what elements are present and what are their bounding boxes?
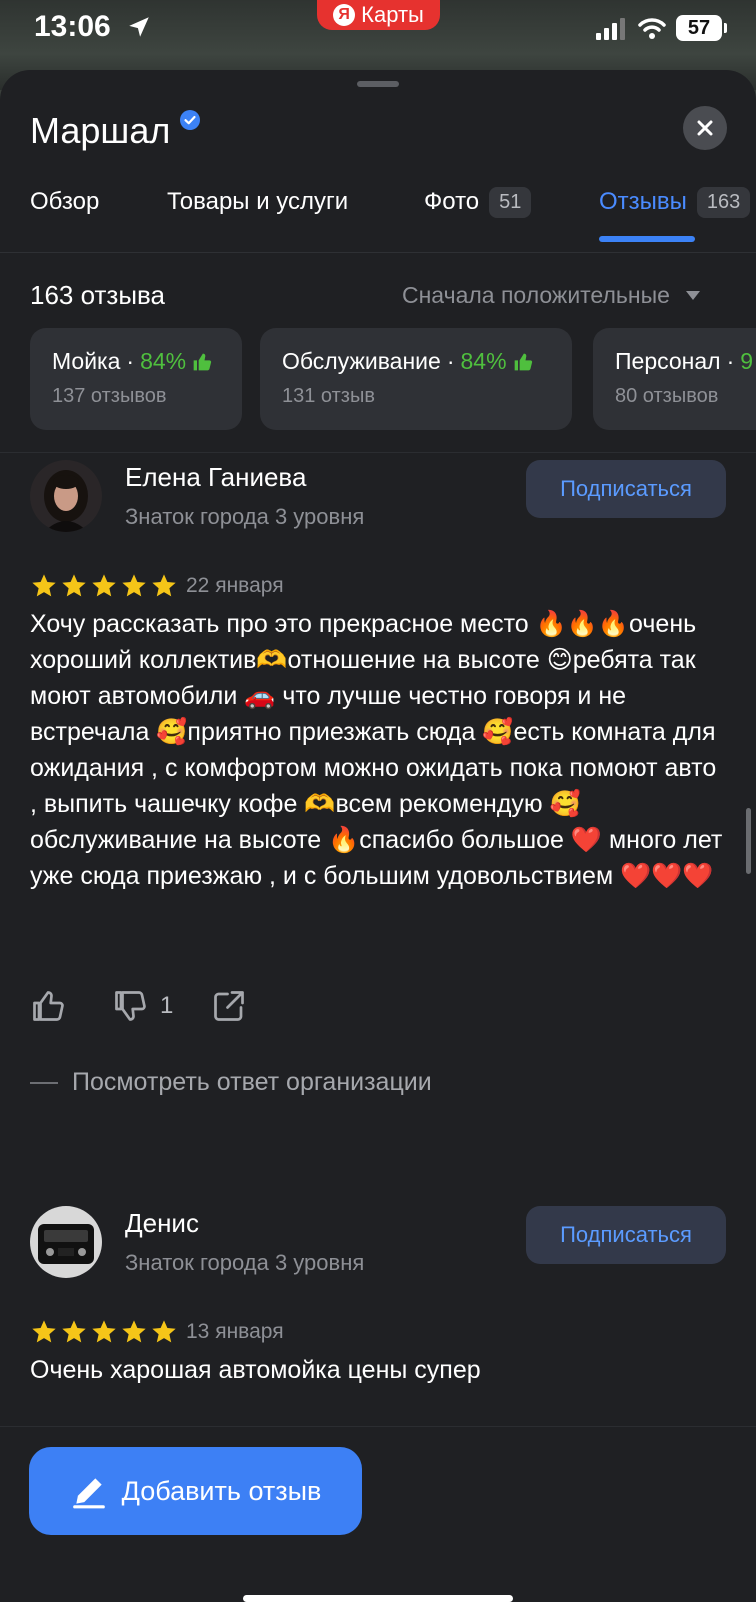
avatar[interactable] — [30, 1206, 102, 1278]
tab-photos[interactable]: Фото 51 — [424, 182, 532, 222]
review-actions: 1 — [30, 988, 247, 1024]
sort-dropdown[interactable]: Сначала положительные — [402, 282, 700, 309]
place-title: Маршал — [30, 110, 171, 151]
thumbs-up-icon[interactable] — [30, 988, 66, 1024]
star-icon — [152, 1320, 176, 1343]
place-card-sheet: Маршал Обзор Товары и услуги Фото 51 Отзы… — [0, 70, 756, 1602]
cellular-signal-icon — [596, 18, 625, 40]
verified-badge-icon — [180, 110, 200, 130]
share-icon[interactable] — [211, 988, 247, 1024]
aspect-name: Персонал — [615, 348, 721, 374]
reviews-count: 163 отзыва — [30, 280, 165, 310]
sheet-grabber[interactable] — [357, 81, 399, 87]
close-button[interactable] — [683, 106, 727, 150]
aspect-chip-service[interactable]: Обслуживание · 84% 131 отзыв — [260, 328, 572, 430]
aspect-percent: 9 — [740, 348, 754, 374]
subscribe-button[interactable]: Подписаться — [526, 1206, 726, 1264]
thumbs-down-icon[interactable] — [112, 988, 148, 1024]
review-date: 22 января — [186, 574, 284, 597]
dislike-count: 1 — [160, 992, 174, 1019]
active-tab-indicator — [599, 236, 695, 242]
star-icon — [122, 1320, 146, 1343]
star-icon — [152, 574, 176, 597]
yandex-logo-icon: Я — [333, 4, 356, 26]
back-to-app-pill[interactable]: Я Карты — [317, 0, 440, 30]
status-time: 13:06 — [34, 10, 111, 43]
star-icon — [92, 1320, 116, 1343]
tab-label: Отзывы — [599, 188, 687, 215]
star-icon — [32, 1320, 56, 1343]
app-name: Карты — [361, 2, 424, 27]
wifi-icon — [638, 18, 666, 39]
tab-count: 51 — [489, 186, 532, 218]
tab-goods-services[interactable]: Товары и услуги — [167, 182, 348, 222]
aspect-reviews-count: 80 отзывов — [615, 385, 719, 407]
aspect-percent: 84% — [460, 348, 507, 374]
star-icon — [62, 1320, 86, 1343]
bottom-action-bar: Добавить отзыв — [0, 1426, 756, 1602]
star-icon — [62, 574, 86, 597]
chevron-down-icon — [685, 291, 700, 300]
aspect-chips: Мойка · 84% 137 отзывов Обслуживание · 84% 1… — [30, 328, 756, 430]
sort-label: Сначала положительные — [402, 282, 670, 308]
tab-reviews[interactable]: Отзывы 163 — [599, 182, 751, 222]
rating-stars — [30, 572, 178, 600]
status-bar: 13:06 Я Карты 57 — [0, 0, 756, 56]
location-arrow-icon — [129, 17, 149, 37]
review-card: Елена Ганиева Знаток города 3 уровня Под… — [30, 460, 726, 1180]
divider — [0, 252, 756, 253]
tab-count: 163 — [696, 186, 751, 218]
thumbs-up-icon — [514, 353, 532, 370]
dash-divider — [30, 1081, 58, 1084]
tab-overview[interactable]: Обзор — [30, 182, 99, 222]
close-icon — [697, 120, 713, 136]
aspect-reviews-count: 131 отзыв — [282, 385, 375, 407]
scrollbar[interactable] — [746, 808, 751, 874]
battery-indicator: 57 — [676, 15, 727, 41]
review-date: 13 января — [186, 1320, 284, 1343]
tab-label: Обзор — [30, 188, 100, 215]
avatar-photo — [30, 1206, 102, 1278]
aspect-chip-washing[interactable]: Мойка · 84% 137 отзывов — [30, 328, 242, 430]
home-indicator[interactable] — [243, 1595, 513, 1602]
rating-stars — [30, 1318, 178, 1346]
review-author[interactable]: Денис — [125, 1208, 199, 1239]
view-org-reply-link[interactable]: Посмотреть ответ организации — [30, 1068, 432, 1097]
star-icon — [92, 574, 116, 597]
review-card: Денис Знаток города 3 уровня Подписаться… — [30, 1206, 726, 1426]
add-review-label: Добавить отзыв — [121, 1475, 322, 1506]
tab-bar: Обзор Товары и услуги Фото 51 Отзывы 163 — [30, 182, 756, 242]
aspect-chip-staff[interactable]: Персонал · 9 80 отзывов — [593, 328, 756, 430]
divider — [0, 452, 756, 453]
subscribe-button[interactable]: Подписаться — [526, 460, 726, 518]
aspect-percent: 84% — [140, 348, 187, 374]
thumbs-up-icon — [193, 353, 212, 370]
avatar[interactable] — [30, 460, 102, 532]
tab-label: Товары и услуги — [167, 188, 349, 215]
aspect-name: Мойка — [52, 348, 121, 374]
tab-label: Фото — [424, 188, 480, 215]
pen-icon — [72, 1478, 105, 1509]
author-level: Знаток города 3 уровня — [125, 504, 365, 529]
author-level: Знаток города 3 уровня — [125, 1250, 365, 1275]
star-icon — [122, 574, 146, 597]
org-reply-label: Посмотреть ответ организации — [72, 1068, 432, 1096]
avatar-photo — [30, 460, 102, 532]
star-icon — [32, 574, 56, 597]
add-review-button[interactable]: Добавить отзыв — [29, 1447, 362, 1535]
review-text: Хочу рассказать про это прекрасное место… — [30, 610, 723, 890]
aspect-name: Обслуживание — [282, 348, 441, 374]
aspect-reviews-count: 137 отзывов — [52, 385, 167, 407]
review-author[interactable]: Елена Ганиева — [125, 462, 306, 493]
review-text: Очень харошая автомойка цены супер — [30, 1356, 481, 1384]
